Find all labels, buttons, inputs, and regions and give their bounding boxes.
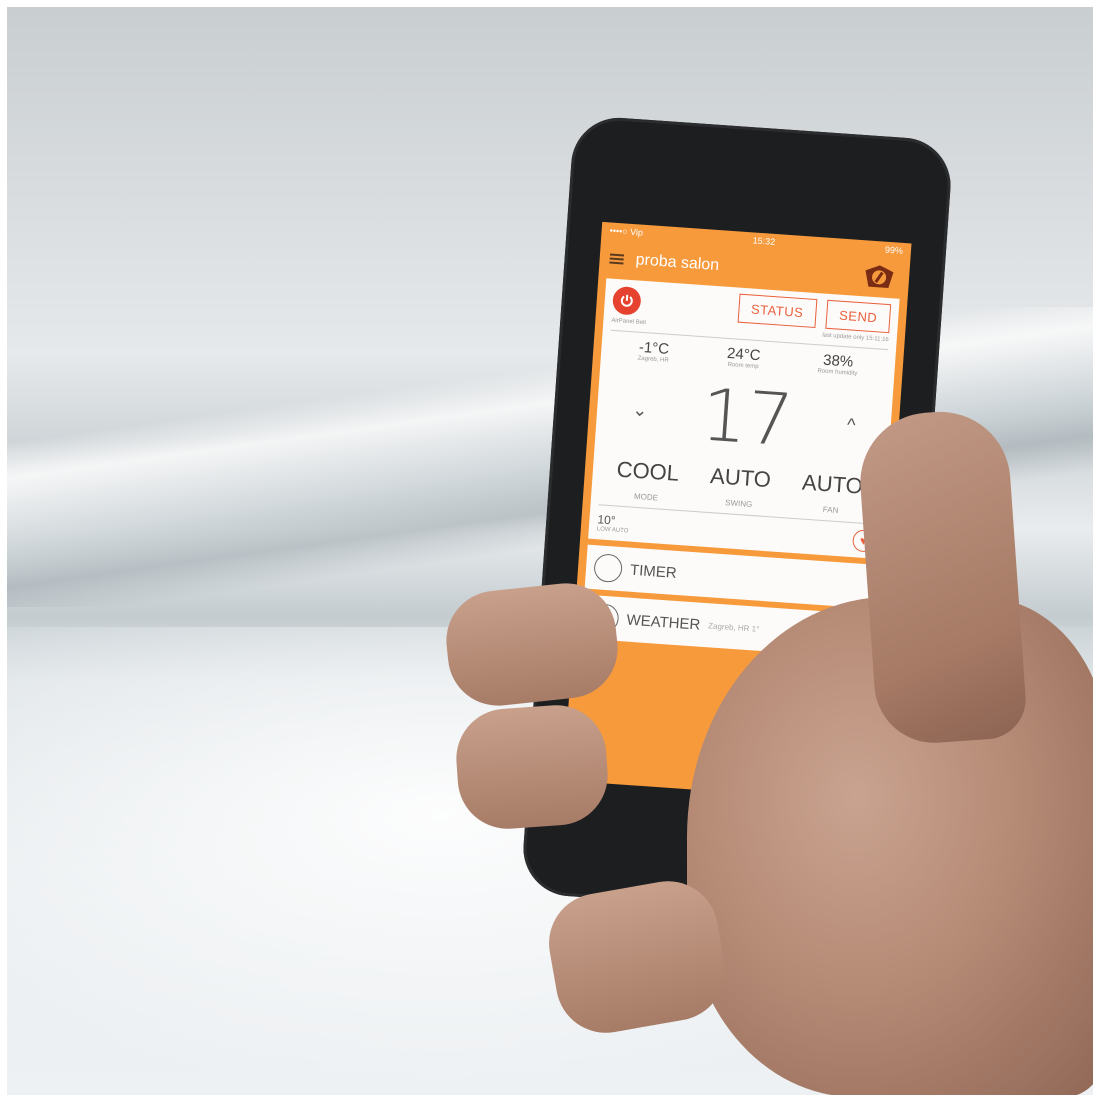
favorite-row: 10° LOW AUTO ♥: [597, 511, 876, 553]
weather-location: Zagreb, HR 1°: [707, 620, 760, 634]
weather-label: WEATHER: [625, 611, 701, 634]
temp-down-chevron-icon[interactable]: ⌄: [632, 399, 648, 421]
preset-label: LOW AUTO: [596, 526, 629, 535]
swing-label: SWING: [724, 498, 753, 510]
app-title: proba salon: [635, 251, 720, 275]
status-button[interactable]: STATUS: [737, 293, 818, 328]
clock-text: 15:32: [752, 235, 776, 247]
fan-label: FAN: [822, 504, 839, 516]
fan-selector[interactable]: AUTO FAN: [800, 469, 864, 516]
reading-label: Room temp: [727, 361, 759, 371]
timer-label: TIMER: [629, 561, 678, 582]
last-update-text: last update only 15:11:16: [822, 332, 889, 344]
setpoint-row: ⌄ 17 ^: [602, 366, 885, 469]
mode-value: COOL: [615, 456, 680, 486]
photo-background: ••••○ Vip 15:32 99% proba salon STATUS S…: [7, 7, 1093, 1095]
send-button[interactable]: SEND: [825, 299, 892, 334]
reading-room-temp: 24°C Room temp: [726, 345, 762, 371]
device-name: AirPanel Belt: [611, 317, 647, 327]
swing-value: AUTO: [709, 463, 772, 493]
reading-outdoor: -1°C Zagreb, HR: [637, 339, 670, 364]
reading-humidity: 38% Room humidity: [817, 351, 859, 377]
reading-label: Zagreb, HR: [637, 355, 669, 364]
fan-value: AUTO: [801, 469, 864, 499]
hamburger-menu-icon[interactable]: [609, 253, 625, 265]
carrier-text: ••••○ Vip: [609, 225, 644, 238]
preset-info: 10° LOW AUTO: [597, 512, 630, 534]
power-icon[interactable]: [611, 285, 642, 316]
hand-thumb: [855, 407, 1029, 747]
setpoint-temperature: 17: [698, 372, 796, 463]
brand-logo-icon: [865, 265, 894, 288]
swing-selector[interactable]: AUTO SWING: [708, 463, 772, 510]
reading-value: -1°C: [638, 338, 670, 358]
mode-selector[interactable]: COOL MODE: [615, 457, 680, 504]
mode-label: MODE: [633, 491, 659, 503]
hand-finger: [452, 701, 612, 833]
clock-icon: [593, 553, 624, 584]
control-card: STATUS SEND AirPanel Belt last update on…: [588, 278, 900, 560]
temp-up-chevron-icon[interactable]: ^: [846, 414, 856, 436]
battery-text: 99%: [884, 244, 904, 256]
